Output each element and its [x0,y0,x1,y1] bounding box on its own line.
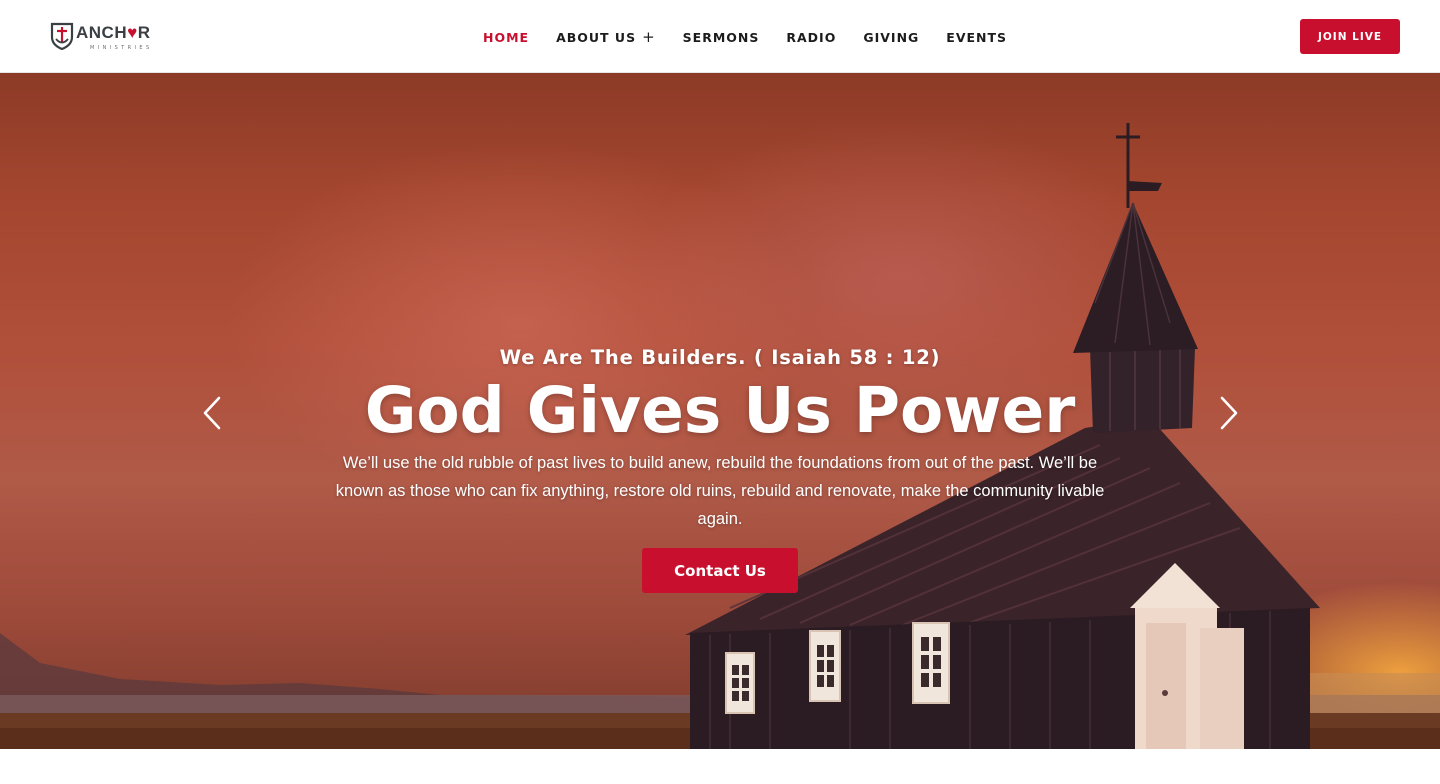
site-header: ANCH♥R MINISTRIES HOME ABOUT US + SERMON… [0,0,1440,73]
page-below-hero [0,749,1440,784]
nav-item-label: RADIO [786,29,837,45]
nav-item-sermons[interactable]: SERMONS [683,30,760,45]
logo-word-part: R [137,23,151,42]
logo-tagline: MINISTRIES [90,45,153,51]
hero-slider: We Are The Builders. ( Isaiah 58 : 12) G… [0,73,1440,749]
nav-item-label: EVENTS [946,29,1008,45]
plus-icon: + [642,28,656,46]
logo-wordmark: ANCH♥R MINISTRIES [76,18,153,52]
main-nav: HOME ABOUT US + SERMONS RADIO GIVING EVE… [483,26,1034,48]
logo-word-part: ANCH [76,23,128,42]
heart-icon: ♥ [127,23,138,42]
hero-content: We Are The Builders. ( Isaiah 58 : 12) G… [320,343,1120,593]
nav-item-giving[interactable]: GIVING [863,30,919,45]
slider-next-button[interactable] [1211,393,1247,433]
anchor-shield-icon [50,20,74,51]
nav-item-label: ABOUT US [556,29,637,45]
hero-kicker: We Are The Builders. ( Isaiah 58 : 12) [499,346,941,369]
nav-item-home[interactable]: HOME [483,30,529,45]
chevron-right-icon [1220,396,1238,430]
nav-item-label: SERMONS [682,29,760,45]
nav-item-label: HOME [483,29,530,45]
nav-item-label: GIVING [863,29,920,45]
contact-us-button[interactable]: Contact Us [642,548,798,593]
join-live-button[interactable]: JOIN LIVE [1300,19,1400,54]
slider-prev-button[interactable] [194,393,230,433]
nav-item-radio[interactable]: RADIO [786,30,836,45]
logo-word: ANCH♥R [76,21,153,45]
logo[interactable]: ANCH♥R MINISTRIES [50,18,168,52]
chevron-left-icon [203,396,221,430]
nav-item-events[interactable]: EVENTS [946,30,1007,45]
hero-title: God Gives Us Power [364,374,1076,447]
hero-description: We’ll use the old rubble of past lives t… [335,454,1105,528]
nav-item-about-us[interactable]: ABOUT US + [556,30,656,45]
